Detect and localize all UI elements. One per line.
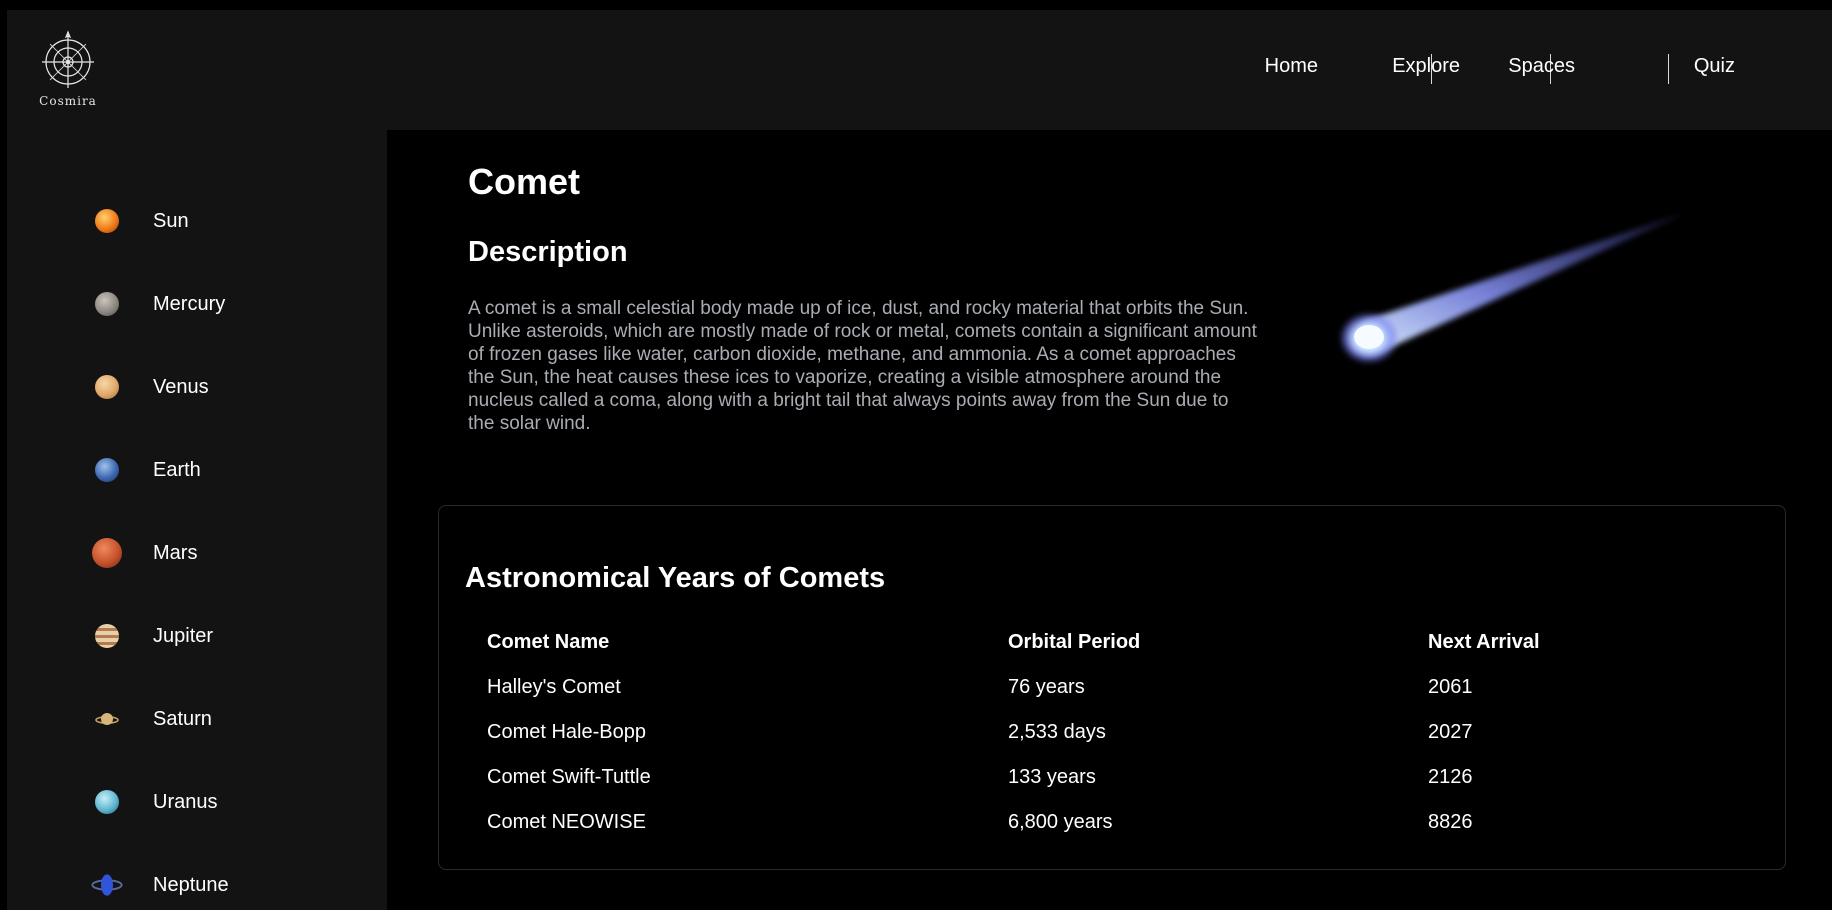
planet-sidebar: Sun Mercury Venus Earth Mars Jupiter Sat…: [7, 130, 387, 910]
celestial-logo-icon: [42, 30, 94, 88]
sidebar-item-label: Jupiter: [153, 625, 214, 647]
mercury-icon: [95, 292, 119, 316]
sidebar-item-uranus[interactable]: Uranus: [87, 782, 347, 822]
sidebar-item-label: Mercury: [153, 293, 226, 315]
sidebar-item-label: Sun: [153, 210, 189, 232]
orbital-period-cell: 76 years: [1008, 676, 1085, 698]
comet-name-cell: Comet NEOWISE: [487, 811, 646, 833]
comet-table-card: Astronomical Years of Comets Comet Name …: [438, 505, 1786, 870]
sidebar-item-earth[interactable]: Earth: [87, 450, 347, 490]
sidebar-item-mars[interactable]: Mars: [87, 533, 347, 573]
nav-quiz-link[interactable]: Quiz: [1694, 54, 1735, 84]
sidebar-item-sun[interactable]: Sun: [87, 201, 347, 241]
page: Cosmira Home Explore Spaces Quiz Sun Mer…: [0, 0, 1832, 910]
sidebar-item-neptune[interactable]: Neptune: [87, 865, 347, 905]
orbital-period-cell: 133 years: [1008, 766, 1096, 788]
neptune-icon: [91, 874, 123, 896]
sidebar-item-label: Earth: [153, 459, 201, 481]
comet-name-cell: Comet Swift-Tuttle: [487, 766, 651, 788]
venus-icon: [95, 375, 119, 399]
description-heading: Description: [468, 236, 628, 268]
column-header: Comet Name: [487, 631, 610, 653]
comet-icon: [1339, 212, 1687, 364]
top-strip: [0, 0, 1832, 10]
nav-spaces-link[interactable]: Spaces: [1508, 54, 1575, 84]
nav-explore-link[interactable]: Explore: [1392, 54, 1460, 84]
nav-divider: [1668, 54, 1669, 84]
brand-name: Cosmira: [39, 94, 97, 108]
left-edge: [0, 10, 7, 910]
sidebar-item-label: Saturn: [153, 708, 212, 730]
sidebar-item-label: Neptune: [153, 874, 229, 896]
column-header: Next Arrival: [1428, 631, 1540, 653]
sun-icon: [95, 209, 119, 233]
next-arrival-cell: 2027: [1428, 721, 1473, 743]
sidebar-item-label: Uranus: [153, 791, 218, 813]
table-row: Comet NEOWISE 6,800 years 8826: [465, 800, 1765, 845]
table-title: Astronomical Years of Comets: [465, 562, 886, 594]
description-text: A comet is a small celestial body made u…: [468, 298, 1257, 434]
jupiter-icon: [95, 624, 119, 648]
mars-icon: [92, 538, 122, 568]
main-content: Comet Description A comet is a small cel…: [387, 130, 1832, 910]
table-header-row: Comet Name Orbital Period Next Arrival: [465, 620, 1765, 665]
sidebar-item-mercury[interactable]: Mercury: [87, 284, 347, 324]
sidebar-item-saturn[interactable]: Saturn: [87, 699, 347, 739]
uranus-icon: [95, 790, 119, 814]
sidebar-item-venus[interactable]: Venus: [87, 367, 347, 407]
column-header: Orbital Period: [1008, 631, 1141, 653]
table-row: Comet Hale-Bopp 2,533 days 2027: [465, 710, 1765, 755]
comet-table: Comet Name Orbital Period Next Arrival H…: [465, 620, 1765, 845]
next-arrival-cell: 2126: [1428, 766, 1473, 788]
sidebar-item-label: Venus: [153, 376, 209, 398]
comet-name-cell: Halley's Comet: [487, 676, 621, 698]
saturn-icon: [95, 713, 119, 725]
sidebar-item-jupiter[interactable]: Jupiter: [87, 616, 347, 656]
next-arrival-cell: 2061: [1428, 676, 1473, 698]
table-row: Comet Swift-Tuttle 133 years 2126: [465, 755, 1765, 800]
page-title: Comet: [468, 161, 581, 202]
nav-home-link[interactable]: Home: [1265, 54, 1318, 84]
comet-name-cell: Comet Hale-Bopp: [487, 721, 646, 743]
next-arrival-cell: 8826: [1428, 811, 1473, 833]
site-header: Cosmira Home Explore Spaces Quiz: [0, 10, 1832, 130]
earth-icon: [95, 458, 119, 482]
sidebar-item-label: Mars: [153, 542, 198, 564]
orbital-period-cell: 2,533 days: [1008, 721, 1106, 743]
table-row: Halley's Comet 76 years 2061: [465, 665, 1765, 710]
orbital-period-cell: 6,800 years: [1008, 811, 1113, 833]
brand-logo[interactable]: Cosmira: [32, 30, 104, 120]
